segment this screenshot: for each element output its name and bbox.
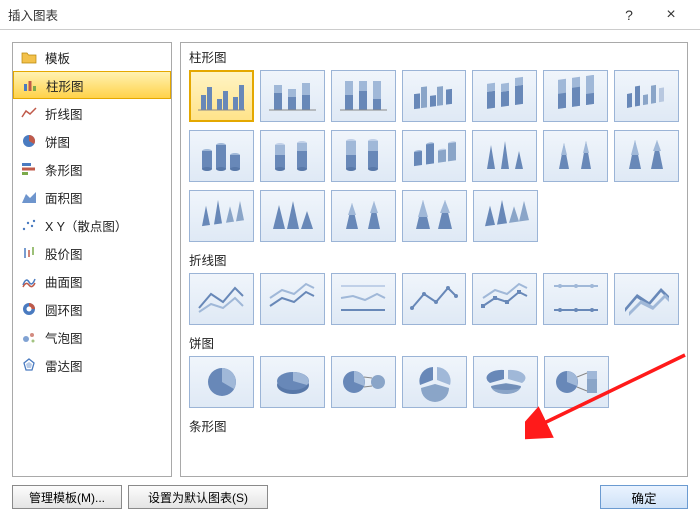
- thumb-stacked-cone[interactable]: [543, 130, 608, 182]
- section-header-line: 折线图: [181, 246, 687, 269]
- sidebar-item-label: 股价图: [45, 244, 83, 263]
- thumb-clustered-cone[interactable]: [472, 130, 537, 182]
- category-sidebar[interactable]: 模板 柱形图 折线图 饼图 条形图 面积图 X Y（散点图） 股价图: [12, 42, 172, 477]
- thumb-3d-stacked-column[interactable]: [472, 70, 537, 122]
- sidebar-item-templates[interactable]: 模板: [13, 43, 171, 71]
- thumb-stacked-line-markers[interactable]: [472, 273, 537, 325]
- doughnut-chart-icon: [21, 301, 37, 317]
- close-icon: ×: [666, 6, 675, 24]
- thumb-exploded-3d-pie[interactable]: [473, 356, 538, 408]
- thumb-pie-of-pie[interactable]: [331, 356, 396, 408]
- bar-chart-icon: [21, 161, 37, 177]
- sidebar-item-label: 曲面图: [45, 272, 83, 291]
- thumb-3d-pyramid[interactable]: [473, 190, 538, 242]
- sidebar-item-label: 饼图: [45, 132, 70, 151]
- thumb-clustered-cylinder[interactable]: [189, 130, 254, 182]
- sidebar-item-label: 条形图: [45, 160, 83, 179]
- dialog-footer: 管理模板(M)... 设置为默认图表(S) 确定: [0, 477, 700, 517]
- pie-chart-icon: [21, 133, 37, 149]
- dialog-title: 插入图表: [8, 5, 58, 24]
- thumb-3d-cone[interactable]: [189, 190, 254, 242]
- sidebar-item-label: X Y（散点图）: [45, 216, 127, 235]
- set-default-button[interactable]: 设置为默认图表(S): [128, 485, 268, 509]
- thumb-3d-pie[interactable]: [260, 356, 325, 408]
- sidebar-item-label: 模板: [45, 48, 70, 67]
- sidebar-item-bubble[interactable]: 气泡图: [13, 323, 171, 351]
- thumb-100-stacked-line[interactable]: [331, 273, 396, 325]
- thumb-bar-of-pie[interactable]: [544, 356, 609, 408]
- column-chart-icon: [22, 77, 38, 93]
- sidebar-item-label: 面积图: [45, 188, 83, 207]
- thumb-3d-column[interactable]: [614, 70, 679, 122]
- close-button[interactable]: ×: [650, 1, 692, 29]
- content-area: 模板 柱形图 折线图 饼图 条形图 面积图 X Y（散点图） 股价图: [12, 42, 688, 477]
- sidebar-item-doughnut[interactable]: 圆环图: [13, 295, 171, 323]
- section-header-pie: 饼图: [181, 329, 687, 352]
- help-button[interactable]: ?: [608, 1, 650, 29]
- thumb-stacked-cylinder[interactable]: [260, 130, 325, 182]
- thumb-3d-clustered-column[interactable]: [402, 70, 467, 122]
- sidebar-item-scatter[interactable]: X Y（散点图）: [13, 211, 171, 239]
- thumb-100-stacked-line-markers[interactable]: [543, 273, 608, 325]
- thumb-exploded-pie[interactable]: [402, 356, 467, 408]
- chart-gallery-scroll[interactable]: 柱形图: [181, 43, 687, 476]
- thumb-100-stacked-cone[interactable]: [614, 130, 679, 182]
- sidebar-item-label: 圆环图: [45, 300, 83, 319]
- section-header-bar: 条形图: [181, 412, 687, 435]
- stock-chart-icon: [21, 245, 37, 261]
- sidebar-item-label: 气泡图: [45, 328, 83, 347]
- thumb-clustered-column[interactable]: [189, 70, 254, 122]
- area-chart-icon: [21, 189, 37, 205]
- thumb-3d-cylinder[interactable]: [402, 130, 467, 182]
- thumb-stacked-column[interactable]: [260, 70, 325, 122]
- thumb-3d-100-stacked-column[interactable]: [543, 70, 608, 122]
- sidebar-item-area[interactable]: 面积图: [13, 183, 171, 211]
- sidebar-item-bar[interactable]: 条形图: [13, 155, 171, 183]
- help-icon: ?: [625, 7, 633, 23]
- sidebar-item-line[interactable]: 折线图: [13, 99, 171, 127]
- ok-label: 确定: [631, 488, 656, 507]
- set-default-label: 设置为默认图表(S): [148, 489, 248, 506]
- ok-button[interactable]: 确定: [600, 485, 688, 509]
- line-chart-icon: [21, 105, 37, 121]
- manage-templates-label: 管理模板(M)...: [29, 489, 105, 506]
- folder-icon: [21, 49, 37, 65]
- sidebar-item-label: 柱形图: [46, 76, 84, 95]
- radar-chart-icon: [21, 357, 37, 373]
- thumb-100-stacked-cylinder[interactable]: [331, 130, 396, 182]
- thumb-100-stacked-pyramid[interactable]: [402, 190, 467, 242]
- section-header-column: 柱形图: [181, 43, 687, 66]
- sidebar-item-column[interactable]: 柱形图: [13, 71, 171, 99]
- titlebar: 插入图表 ? ×: [0, 0, 700, 30]
- sidebar-item-label: 雷达图: [45, 356, 83, 375]
- thumb-line[interactable]: [189, 273, 254, 325]
- thumb-line-markers[interactable]: [402, 273, 467, 325]
- thumb-stacked-line[interactable]: [260, 273, 325, 325]
- thumb-stacked-pyramid[interactable]: [331, 190, 396, 242]
- thumb-3d-line[interactable]: [614, 273, 679, 325]
- surface-chart-icon: [21, 273, 37, 289]
- sidebar-item-radar[interactable]: 雷达图: [13, 351, 171, 379]
- sidebar-item-surface[interactable]: 曲面图: [13, 267, 171, 295]
- sidebar-item-stock[interactable]: 股价图: [13, 239, 171, 267]
- sidebar-item-label: 折线图: [45, 104, 83, 123]
- sidebar-item-pie[interactable]: 饼图: [13, 127, 171, 155]
- thumb-pie[interactable]: [189, 356, 254, 408]
- scatter-chart-icon: [21, 217, 37, 233]
- bubble-chart-icon: [21, 329, 37, 345]
- chart-gallery: 柱形图: [180, 42, 688, 477]
- thumb-clustered-pyramid[interactable]: [260, 190, 325, 242]
- manage-templates-button[interactable]: 管理模板(M)...: [12, 485, 122, 509]
- thumb-100-stacked-column[interactable]: [331, 70, 396, 122]
